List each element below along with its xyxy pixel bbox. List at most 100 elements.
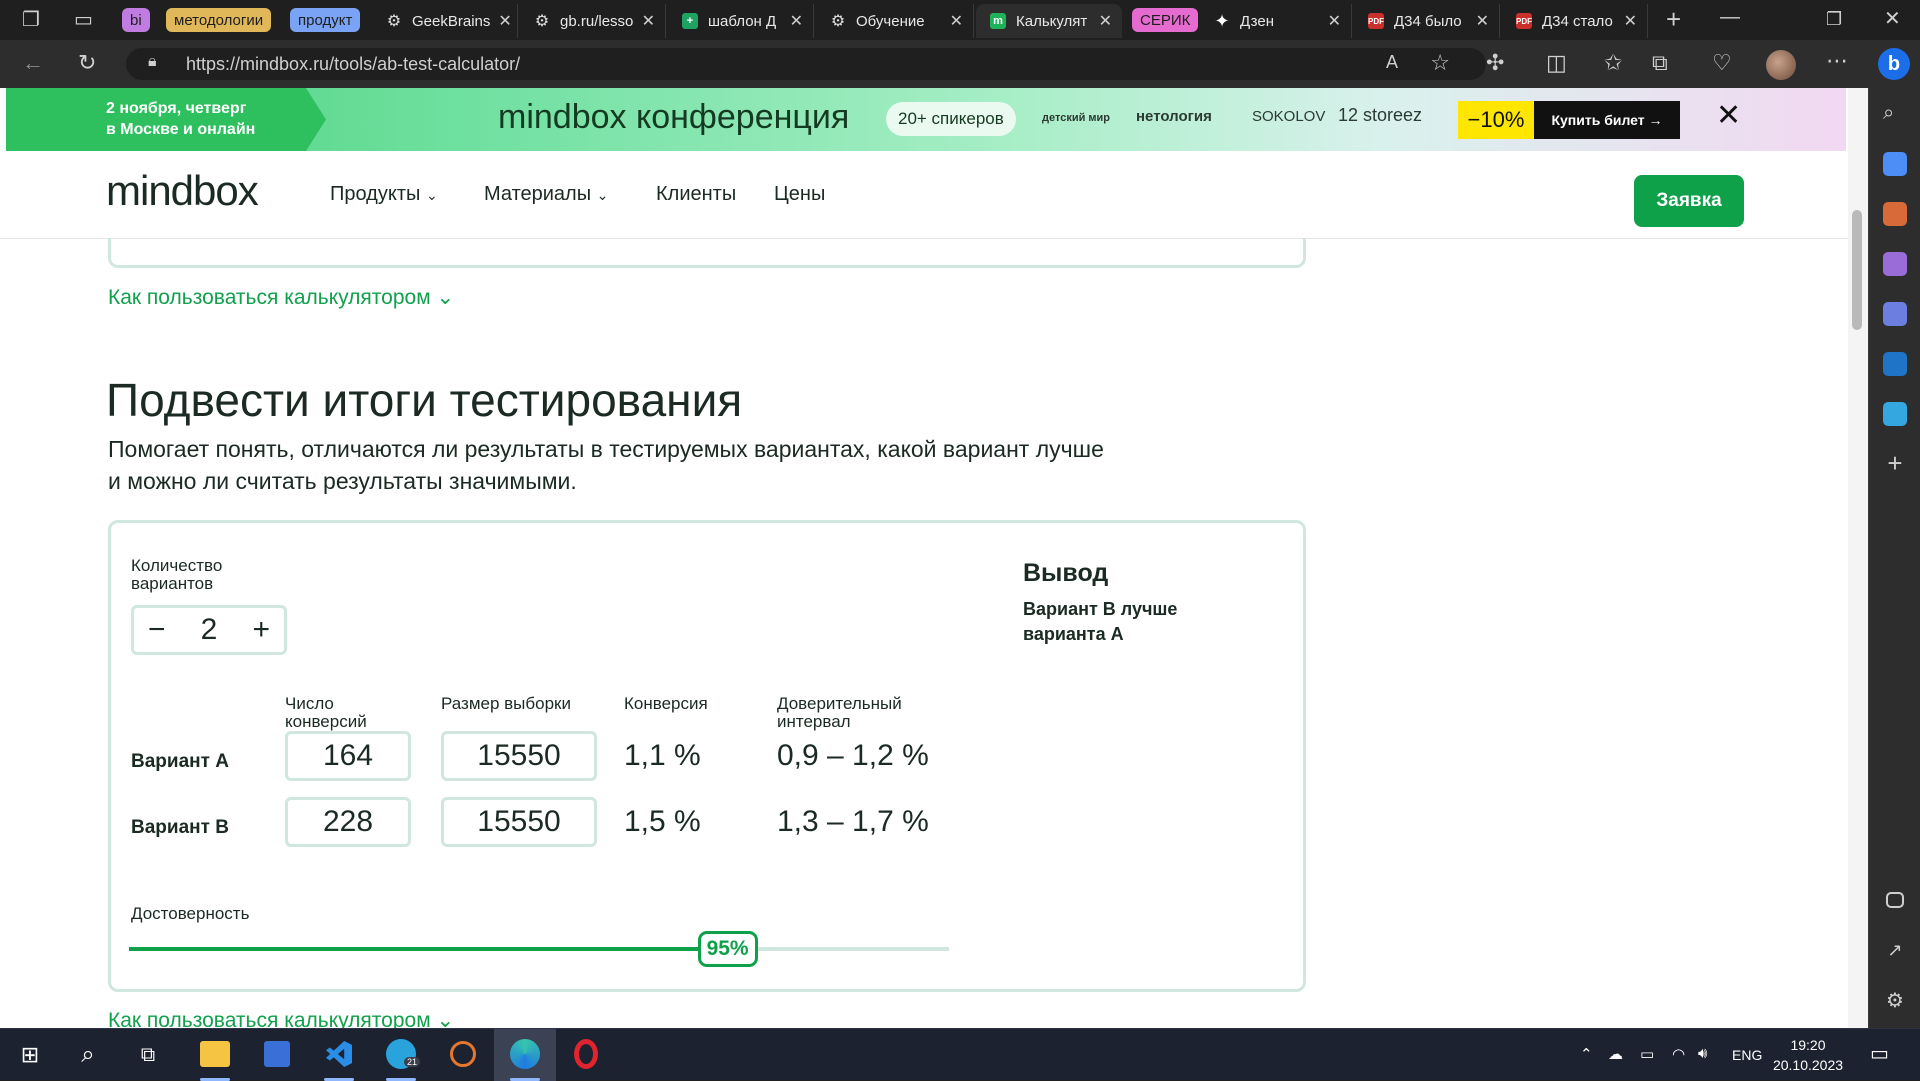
nav-prices[interactable]: Цены (774, 183, 825, 206)
close-tab-icon[interactable]: ✕ (490, 11, 511, 31)
tab-group-product[interactable]: продукт (290, 8, 361, 32)
minimize-icon[interactable]: — (1720, 6, 1740, 28)
app-orange[interactable] (432, 1029, 494, 1081)
close-tab-icon[interactable]: ✕ (1616, 11, 1637, 31)
opera-app[interactable] (556, 1029, 618, 1081)
restore-icon[interactable]: ❐ (1826, 8, 1842, 30)
address-bar[interactable]: 🔒︎ https://mindbox.ru/tools/ab-test-calc… (126, 48, 1486, 80)
collections-icon[interactable]: ⧉ (1652, 52, 1668, 74)
task-view-icon[interactable]: ⧉ (130, 1037, 166, 1073)
read-aloud-icon[interactable]: A (1386, 52, 1398, 73)
variant-a-sample-input[interactable]: 15550 (441, 731, 597, 781)
onedrive-icon[interactable]: ☁ (1608, 1045, 1623, 1063)
tab-group-methodologies[interactable]: методологии (166, 8, 272, 32)
tab-group-bi[interactable]: bi (122, 8, 150, 32)
tab-template[interactable]: + шаблон Д ✕ (668, 4, 814, 38)
extensions-icon[interactable]: ✣ (1486, 52, 1504, 74)
telegram-app[interactable]: 21 (370, 1029, 432, 1081)
clock-date: 20.10.2023 (1772, 1057, 1844, 1073)
settings-gear-icon[interactable]: ⚙ (1883, 988, 1907, 1012)
new-tab-icon[interactable]: + (1666, 6, 1681, 32)
close-tab-icon[interactable]: ✕ (1091, 11, 1112, 31)
close-window-icon[interactable]: ✕ (1884, 8, 1901, 30)
tab-learning[interactable]: ⚙ Обучение ✕ (816, 4, 974, 38)
close-tab-icon[interactable]: ✕ (634, 11, 655, 31)
windows-start-icon[interactable]: ⊞ (12, 1037, 48, 1073)
games-icon[interactable] (1883, 252, 1907, 276)
mindbox-logo[interactable]: mindbox (106, 167, 259, 215)
section-description-line1: Помогает понять, отличаются ли результат… (108, 436, 1104, 462)
plus-icon[interactable]: + (252, 613, 270, 647)
variants-count-value[interactable]: 2 (201, 613, 218, 647)
confidence-slider-handle[interactable]: 95% (697, 931, 758, 967)
shopping-icon[interactable] (1883, 152, 1907, 176)
variant-b-sample-input[interactable]: 15550 (441, 797, 597, 847)
tab-actions-icon[interactable]: ▭ (74, 9, 93, 31)
edge-sidebar: ⌕ + ↗ ⚙ (1868, 88, 1920, 1028)
variant-b-confidence-interval: 1,3 – 1,7 % (777, 805, 929, 838)
save-app[interactable] (246, 1029, 308, 1081)
close-tab-icon[interactable]: ✕ (782, 11, 803, 31)
tab-d34-before[interactable]: PDF Д34 было ✕ (1354, 4, 1500, 38)
favorites-icon[interactable]: ✩ (1604, 52, 1622, 74)
nav-clients[interactable]: Клиенты (656, 183, 736, 206)
conference-banner[interactable]: 2 ноября, четверг в Москве и онлайн mind… (6, 88, 1846, 151)
show-hidden-icons[interactable]: ⌃ (1580, 1045, 1593, 1063)
close-tab-icon[interactable]: ✕ (1468, 11, 1489, 31)
notifications-icon[interactable]: ▭ (1870, 1041, 1889, 1066)
clock[interactable]: 19:20 20.10.2023 (1768, 1035, 1848, 1075)
more-menu-icon[interactable]: ⋯ (1826, 50, 1848, 72)
close-tab-icon[interactable]: ✕ (1320, 11, 1341, 31)
tab-dzen[interactable]: ✦ Дзен ✕ (1200, 4, 1352, 38)
buy-ticket-button[interactable]: Купить билет → (1534, 101, 1680, 139)
sheets-icon: + (682, 13, 698, 29)
profile-avatar[interactable] (1766, 50, 1796, 80)
variants-stepper: − 2 + (131, 605, 287, 655)
file-explorer-app[interactable] (184, 1029, 246, 1081)
tab-geekbrains[interactable]: ⚙ GeekBrains ✕ (372, 4, 518, 38)
apply-button[interactable]: Заявка (1634, 175, 1744, 227)
reload-icon[interactable]: ↻ (78, 52, 96, 74)
back-icon[interactable]: ← (22, 52, 44, 74)
add-sidebar-icon[interactable]: + (1883, 450, 1907, 476)
language-indicator[interactable]: ENG (1732, 1047, 1762, 1063)
split-screen-icon[interactable]: ◫ (1546, 52, 1567, 74)
tab-calculator[interactable]: m Калькулят ✕ (976, 4, 1122, 38)
workspaces-icon[interactable]: ❐ (22, 9, 40, 31)
col-header-conversion: Конверсия (624, 694, 708, 713)
open-external-icon[interactable]: ↗ (1883, 940, 1907, 964)
send-icon[interactable] (1883, 402, 1907, 426)
volume-icon[interactable]: 🔊︎ (1698, 1045, 1707, 1062)
url-text: https://mindbox.ru/tools/ab-test-calcula… (186, 53, 521, 74)
outlook-icon[interactable] (1883, 352, 1907, 376)
nav-products[interactable]: Продукты ⌄ (330, 183, 438, 206)
howto-link-bottom[interactable]: Как пользоваться калькулятором ⌄ (108, 1008, 454, 1028)
favorite-star-icon[interactable]: ☆ (1430, 50, 1450, 76)
vscode-app[interactable] (308, 1029, 370, 1081)
tools-icon[interactable] (1883, 202, 1907, 226)
performance-icon[interactable]: ♡ (1712, 52, 1732, 74)
brand-netology: нетология (1136, 108, 1212, 125)
tab-group-serik[interactable]: СЕРИК (1132, 8, 1199, 32)
sidebar-layout-icon[interactable] (1886, 892, 1904, 908)
bing-copilot-icon[interactable]: b (1878, 48, 1910, 80)
wifi-icon[interactable]: ◠ (1672, 1045, 1685, 1063)
microsoft365-icon[interactable] (1883, 302, 1907, 326)
battery-icon[interactable]: ▭ (1640, 1045, 1654, 1063)
tab-gb-lesson[interactable]: ⚙ gb.ru/lesso ✕ (520, 4, 666, 38)
chevron-down-icon: ⌄ (425, 187, 438, 203)
tab-strip: ❐ ▭ bi методологии продукт ⚙ GeekBrains … (0, 0, 1920, 40)
edge-app[interactable] (494, 1029, 556, 1081)
howto-link[interactable]: Как пользоваться калькулятором ⌄ (108, 285, 454, 310)
close-tab-icon[interactable]: ✕ (942, 11, 963, 31)
minus-icon[interactable]: − (148, 613, 166, 647)
nav-materials[interactable]: Материалы ⌄ (484, 183, 608, 206)
close-banner-icon[interactable]: ✕ (1716, 98, 1741, 133)
search-icon[interactable]: ⌕ (1883, 102, 1907, 126)
variant-b-conversions-input[interactable]: 228 (285, 797, 411, 847)
variant-a-conversions-input[interactable]: 164 (285, 731, 411, 781)
tab-d34-after[interactable]: PDF Д34 стало ✕ (1502, 4, 1648, 38)
page-scrollbar-thumb[interactable] (1852, 210, 1862, 330)
output-text: Вариант В лучше варианта А (1023, 599, 1178, 644)
search-icon[interactable]: ⌕ (70, 1037, 106, 1073)
